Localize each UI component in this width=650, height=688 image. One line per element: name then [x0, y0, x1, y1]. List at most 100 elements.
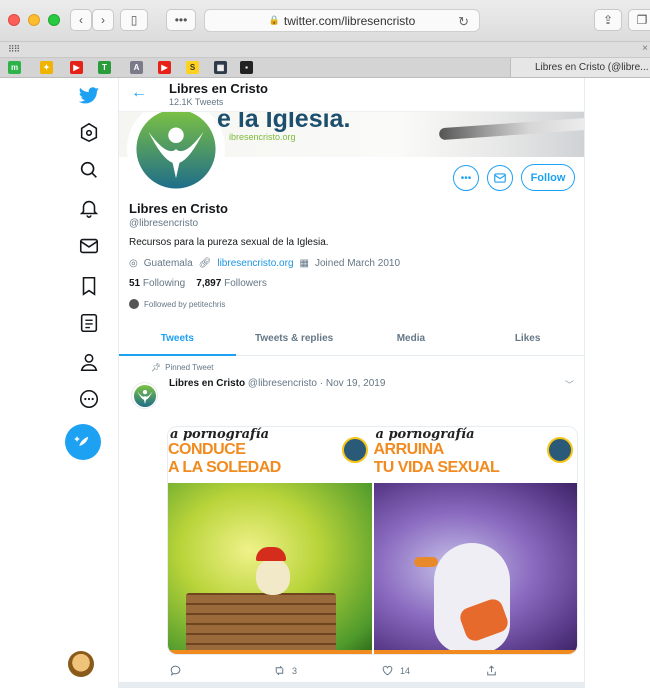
more-dots-icon: ••• — [460, 172, 472, 184]
follow-button[interactable]: Follow — [521, 164, 575, 191]
twitter-logo[interactable] — [71, 78, 107, 114]
libres-logo-icon — [136, 109, 216, 189]
envelope-icon — [494, 173, 506, 183]
tweet-header: Libres en Cristo @libresencristo · Nov 1… — [169, 378, 385, 389]
close-window-button[interactable] — [8, 14, 20, 26]
share-icon — [487, 665, 496, 676]
twitter-bird-icon — [78, 87, 100, 104]
tab-likes[interactable]: Likes — [469, 322, 584, 355]
cap-shape — [256, 547, 286, 561]
tweet-image-2[interactable]: a pornografía ARRUINA TU VIDA SEXUAL — [373, 427, 577, 654]
tab-tweets[interactable]: Tweets — [119, 322, 236, 356]
next-tweet-divider — [118, 682, 585, 688]
nav-search[interactable] — [71, 152, 107, 188]
like-button[interactable]: 14 — [381, 664, 410, 677]
libres-logo-icon — [547, 437, 573, 463]
followers-label: Followers — [224, 278, 267, 289]
profile-location: Guatemala — [143, 258, 193, 269]
nav-bookmarks[interactable] — [71, 268, 107, 304]
share-button[interactable]: ⇪ — [594, 9, 622, 31]
bookmark-star-icon[interactable]: ✦ — [40, 61, 53, 74]
image-caption-line2: CONDUCE A LA SOLEDAD — [168, 441, 281, 477]
tweet-author-handle[interactable]: @libresencristo — [248, 378, 317, 389]
bookmark-dark-icon[interactable]: ▦ — [214, 61, 227, 74]
compose-tweet-button[interactable] — [65, 424, 101, 460]
profile-website-link[interactable]: libresencristo.org — [217, 258, 293, 269]
image-caption-line2: ARRUINA TU VIDA SEXUAL — [374, 441, 500, 477]
chevron-down-icon[interactable]: ﹀ — [565, 378, 574, 391]
tweet-image-1[interactable]: a pornografía CONDUCE A LA SOLEDAD — [168, 427, 372, 654]
profile-joined: Joined March 2010 — [314, 258, 401, 269]
zoom-window-button[interactable] — [48, 14, 60, 26]
image-caption: a pornografía CONDUCE A LA SOLEDAD — [168, 427, 372, 483]
reply-button[interactable] — [169, 664, 182, 677]
banner-pen-image — [438, 117, 584, 141]
reload-icon[interactable]: ↻ — [458, 14, 469, 30]
minimize-window-button[interactable] — [28, 14, 40, 26]
address-url: twitter.com/libresencristo — [283, 13, 416, 28]
forward-nav-button[interactable]: › — [92, 9, 114, 31]
pinned-label: 📌︎ Pinned Tweet — [151, 363, 214, 372]
nav-notifications[interactable] — [71, 190, 107, 226]
back-nav-button[interactable]: ‹ — [70, 9, 92, 31]
hashtag-home-icon — [80, 122, 98, 143]
favorites-bar: ⠿⠿ × — [0, 42, 650, 58]
tweet-media[interactable]: a pornografía CONDUCE A LA SOLEDAD a porn… — [167, 426, 578, 655]
more-options-button[interactable]: ••• — [453, 165, 479, 191]
tweet-author-name[interactable]: Libres en Cristo — [169, 378, 245, 389]
following-link[interactable]: 51 Following — [129, 278, 185, 289]
extensions-button[interactable]: ••• — [166, 9, 196, 31]
bell-icon — [79, 200, 99, 218]
image-caption-line2b: TU VIDA SEXUAL — [373, 459, 500, 476]
header-tweet-count: 12.1K Tweets — [169, 97, 224, 107]
tab-tweets-replies[interactable]: Tweets & replies — [236, 322, 353, 355]
nav-lists[interactable] — [71, 305, 107, 341]
image-caption: a pornografía ARRUINA TU VIDA SEXUAL — [373, 427, 577, 483]
bookmark-black-icon[interactable]: ▪ — [240, 61, 253, 74]
nav-messages[interactable] — [71, 228, 107, 264]
nav-more[interactable] — [71, 381, 107, 417]
nav-explore[interactable] — [71, 114, 107, 150]
profile-avatar[interactable] — [127, 100, 225, 198]
skeleton-bench-image — [168, 483, 372, 654]
followed-by[interactable]: Followed by petitechris — [129, 299, 225, 309]
tweet-date[interactable]: Nov 19, 2019 — [326, 378, 386, 389]
person-icon — [80, 353, 98, 372]
skull-shape — [256, 559, 290, 595]
header-name: Libres en Cristo — [169, 81, 268, 96]
followers-count: 7,897 — [196, 278, 222, 289]
nav-profile[interactable] — [71, 344, 107, 380]
bookmark-youtube-icon[interactable]: ▶ — [70, 61, 83, 74]
browser-tab-title: Libres en Cristo (@libre... — [535, 62, 649, 73]
browser-tab[interactable]: Libres en Cristo (@libre... — [510, 58, 650, 77]
tweet-author-avatar[interactable] — [131, 382, 158, 409]
following-label: Following — [142, 278, 186, 289]
followed-by-text: Followed by petitechris — [144, 299, 226, 309]
address-bar[interactable]: 🔒 twitter.com/libresencristo ↻ — [204, 9, 480, 32]
tab-media[interactable]: Media — [353, 322, 470, 355]
close-icon[interactable]: × — [642, 43, 648, 54]
bookmark-t-icon[interactable]: T — [98, 61, 111, 74]
browser-window: ‹ › ▯ ••• 🔒 twitter.com/libresencristo ↻… — [0, 0, 650, 688]
bookmark-youtube2-icon[interactable]: ▶ — [158, 61, 171, 74]
retweet-button[interactable]: 3 — [273, 664, 297, 677]
bookmark-a-icon[interactable]: A — [130, 61, 143, 74]
libres-logo-icon — [133, 384, 156, 407]
back-arrow-icon[interactable]: ← — [131, 84, 147, 102]
tweet-actions: 3 14 — [167, 662, 578, 680]
browser-toolbar: ‹ › ▯ ••• 🔒 twitter.com/libresencristo ↻… — [0, 0, 650, 42]
banner-title: e la Iglesia. — [217, 111, 351, 133]
following-count: 51 — [129, 278, 141, 289]
profile-name: Libres en Cristo — [129, 201, 228, 216]
bookmark-m-icon[interactable]: m — [8, 61, 21, 74]
share-tweet-button[interactable] — [485, 664, 498, 677]
image-caption-line2a: CONDUCE — [168, 441, 246, 458]
bookmark-s-icon[interactable]: S — [186, 61, 199, 74]
orange-bar — [373, 650, 577, 654]
message-button[interactable] — [487, 165, 513, 191]
account-avatar[interactable] — [68, 651, 94, 677]
tabs-overview-button[interactable]: ❐ — [628, 9, 650, 31]
grid-icon[interactable]: ⠿⠿ — [8, 44, 20, 55]
sidebar-toggle-button[interactable]: ▯ — [120, 9, 148, 31]
followers-link[interactable]: 7,897 Followers — [196, 278, 267, 289]
